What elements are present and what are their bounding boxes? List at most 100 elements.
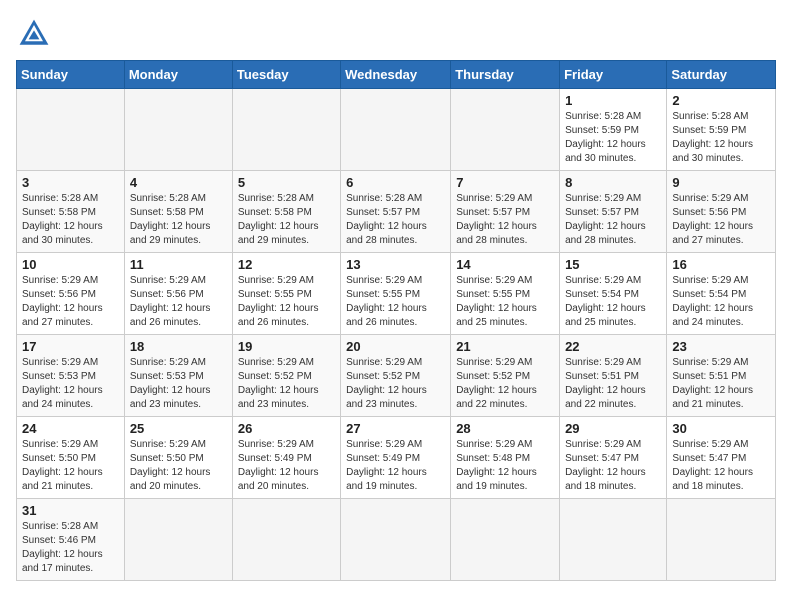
day-info: Sunrise: 5:29 AM Sunset: 5:51 PM Dayligh… [565,356,661,412]
day-cell: 10 Sunrise: 5:29 AM Sunset: 5:56 PM Dayli… [17,253,125,335]
day-cell [667,499,776,581]
day-number: 7 [456,175,554,190]
day-cell [17,89,125,171]
day-number: 4 [130,175,227,190]
day-cell: 29Sunrise: 5:29 AM Sunset: 5:47 PM Dayli… [560,417,667,499]
day-number: 6 [346,175,445,190]
column-header-friday: Friday [560,61,667,89]
column-header-saturday: Saturday [667,61,776,89]
day-cell: 22Sunrise: 5:29 AM Sunset: 5:51 PM Dayli… [560,335,667,417]
day-info: Sunrise: 5:29 AM Sunset: 5:50 PM Dayligh… [130,438,227,494]
day-cell: 15 Sunrise: 5:29 AM Sunset: 5:54 PM Dayli… [560,253,667,335]
day-info: Sunrise: 5:29 AM Sunset: 5:52 PM Dayligh… [346,356,445,412]
week-row-4: 17Sunrise: 5:29 AM Sunset: 5:53 PM Dayli… [17,335,776,417]
column-header-sunday: Sunday [17,61,125,89]
day-number: 11 [130,257,227,272]
day-cell: 27Sunrise: 5:29 AM Sunset: 5:49 PM Dayli… [341,417,451,499]
day-number: 21 [456,339,554,354]
day-info: Sunrise: 5:28 AM Sunset: 5:46 PM Dayligh… [22,520,119,576]
day-cell: 17Sunrise: 5:29 AM Sunset: 5:53 PM Dayli… [17,335,125,417]
day-number: 15 [565,257,661,272]
day-info: Sunrise: 5:29 AM Sunset: 5:56 PM Dayligh… [22,274,119,330]
day-number: 19 [238,339,335,354]
day-number: 5 [238,175,335,190]
day-cell: 30 Sunrise: 5:29 AM Sunset: 5:47 PM Dayli… [667,417,776,499]
day-cell [232,499,340,581]
day-cell [124,499,232,581]
day-info: Sunrise: 5:29 AM Sunset: 5:52 PM Dayligh… [238,356,335,412]
day-info: Sunrise: 5:28 AM Sunset: 5:59 PM Dayligh… [672,110,770,166]
day-info: Sunrise: 5:29 AM Sunset: 5:55 PM Dayligh… [456,274,554,330]
day-cell: 14 Sunrise: 5:29 AM Sunset: 5:55 PM Dayli… [451,253,560,335]
day-info: Sunrise: 5:29 AM Sunset: 5:51 PM Dayligh… [672,356,770,412]
day-number: 26 [238,421,335,436]
day-number: 3 [22,175,119,190]
week-row-2: 3 Sunrise: 5:28 AM Sunset: 5:58 PM Daylig… [17,171,776,253]
column-header-thursday: Thursday [451,61,560,89]
header-row: SundayMondayTuesdayWednesdayThursdayFrid… [17,61,776,89]
day-info: Sunrise: 5:29 AM Sunset: 5:53 PM Dayligh… [22,356,119,412]
day-info: Sunrise: 5:29 AM Sunset: 5:54 PM Dayligh… [565,274,661,330]
column-header-tuesday: Tuesday [232,61,340,89]
day-info: Sunrise: 5:29 AM Sunset: 5:55 PM Dayligh… [346,274,445,330]
day-info: Sunrise: 5:29 AM Sunset: 5:55 PM Dayligh… [238,274,335,330]
day-cell [232,89,340,171]
day-info: Sunrise: 5:29 AM Sunset: 5:47 PM Dayligh… [672,438,770,494]
day-cell: 24Sunrise: 5:29 AM Sunset: 5:50 PM Dayli… [17,417,125,499]
column-header-monday: Monday [124,61,232,89]
day-number: 18 [130,339,227,354]
day-cell: 11 Sunrise: 5:29 AM Sunset: 5:56 PM Dayli… [124,253,232,335]
day-info: Sunrise: 5:29 AM Sunset: 5:56 PM Dayligh… [672,192,770,248]
day-cell [341,89,451,171]
day-info: Sunrise: 5:29 AM Sunset: 5:54 PM Dayligh… [672,274,770,330]
calendar: SundayMondayTuesdayWednesdayThursdayFrid… [16,60,776,581]
column-header-wednesday: Wednesday [341,61,451,89]
day-cell: 19 Sunrise: 5:29 AM Sunset: 5:52 PM Dayli… [232,335,340,417]
day-info: Sunrise: 5:29 AM Sunset: 5:56 PM Dayligh… [130,274,227,330]
day-info: Sunrise: 5:29 AM Sunset: 5:50 PM Dayligh… [22,438,119,494]
day-cell [451,89,560,171]
day-info: Sunrise: 5:28 AM Sunset: 5:58 PM Dayligh… [22,192,119,248]
day-number: 14 [456,257,554,272]
day-number: 23 [672,339,770,354]
day-cell: 12Sunrise: 5:29 AM Sunset: 5:55 PM Dayli… [232,253,340,335]
day-cell: 31 Sunrise: 5:28 AM Sunset: 5:46 PM Dayli… [17,499,125,581]
day-cell: 16 Sunrise: 5:29 AM Sunset: 5:54 PM Dayli… [667,253,776,335]
day-cell [124,89,232,171]
day-number: 31 [22,503,119,518]
day-info: Sunrise: 5:28 AM Sunset: 5:59 PM Dayligh… [565,110,661,166]
day-cell: 13 Sunrise: 5:29 AM Sunset: 5:55 PM Dayli… [341,253,451,335]
week-row-3: 10 Sunrise: 5:29 AM Sunset: 5:56 PM Dayli… [17,253,776,335]
day-number: 29 [565,421,661,436]
day-cell: 28Sunrise: 5:29 AM Sunset: 5:48 PM Dayli… [451,417,560,499]
day-cell: 1 Sunrise: 5:28 AM Sunset: 5:59 PM Daylig… [560,89,667,171]
day-info: Sunrise: 5:29 AM Sunset: 5:52 PM Dayligh… [456,356,554,412]
day-number: 16 [672,257,770,272]
week-row-6: 31 Sunrise: 5:28 AM Sunset: 5:46 PM Dayli… [17,499,776,581]
day-info: Sunrise: 5:29 AM Sunset: 5:53 PM Dayligh… [130,356,227,412]
day-cell [341,499,451,581]
day-info: Sunrise: 5:29 AM Sunset: 5:57 PM Dayligh… [456,192,554,248]
day-cell: 4Sunrise: 5:28 AM Sunset: 5:58 PM Daylig… [124,171,232,253]
day-number: 20 [346,339,445,354]
day-cell [451,499,560,581]
day-number: 10 [22,257,119,272]
week-row-5: 24Sunrise: 5:29 AM Sunset: 5:50 PM Dayli… [17,417,776,499]
day-number: 13 [346,257,445,272]
day-cell: 20 Sunrise: 5:29 AM Sunset: 5:52 PM Dayli… [341,335,451,417]
day-number: 25 [130,421,227,436]
day-cell: 23 Sunrise: 5:29 AM Sunset: 5:51 PM Dayli… [667,335,776,417]
day-info: Sunrise: 5:29 AM Sunset: 5:49 PM Dayligh… [238,438,335,494]
day-number: 2 [672,93,770,108]
day-info: Sunrise: 5:29 AM Sunset: 5:48 PM Dayligh… [456,438,554,494]
week-row-1: 1 Sunrise: 5:28 AM Sunset: 5:59 PM Daylig… [17,89,776,171]
day-info: Sunrise: 5:29 AM Sunset: 5:57 PM Dayligh… [565,192,661,248]
day-number: 1 [565,93,661,108]
day-number: 30 [672,421,770,436]
page-header [16,16,776,52]
day-number: 8 [565,175,661,190]
day-cell: 5Sunrise: 5:28 AM Sunset: 5:58 PM Daylig… [232,171,340,253]
day-cell: 9Sunrise: 5:29 AM Sunset: 5:56 PM Daylig… [667,171,776,253]
day-cell: 2 Sunrise: 5:28 AM Sunset: 5:59 PM Daylig… [667,89,776,171]
day-number: 27 [346,421,445,436]
